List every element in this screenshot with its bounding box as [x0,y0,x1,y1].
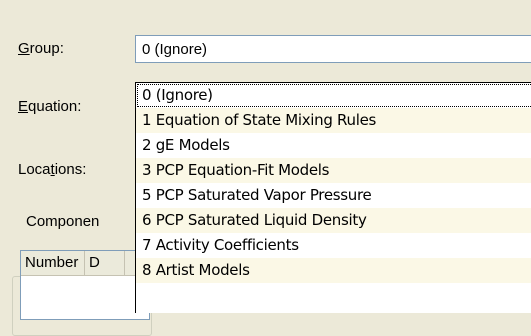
grid-column-d[interactable]: D [85,251,125,275]
dropdown-option-2[interactable]: 2 gE Models [136,133,531,158]
locations-label: Locations: [18,161,86,178]
components-groupbox-caption: Componen [24,213,102,230]
grid-column-number[interactable]: Number [21,251,85,275]
dropdown-option-6[interactable]: 6 PCP Saturated Liquid Density [136,208,531,233]
group-label-text: roup: [29,40,64,57]
equation-label-mnemonic: E [18,98,29,115]
dropdown-option-7[interactable]: 7 Activity Coefficients [136,233,531,258]
components-grid[interactable]: Number D [20,250,150,320]
equation-label: Equation: [18,98,81,115]
locations-label-post: ions: [54,161,87,178]
components-grid-header: Number D [21,251,149,276]
dropdown-option-1[interactable]: 1 Equation of State Mixing Rules [136,108,531,133]
dropdown-option-5[interactable]: 5 PCP Saturated Vapor Pressure [136,183,531,208]
equation-label-text: quation: [28,98,82,115]
group-label: Group: [18,40,64,57]
group-combobox[interactable]: 0 (Ignore) [135,35,531,63]
dropdown-option-8[interactable]: 8 Artist Models [136,258,531,283]
group-label-mnemonic: G [18,40,30,57]
dropdown-option-0[interactable]: 0 (Ignore) [136,83,531,108]
dropdown-option-3[interactable]: 3 PCP Equation-Fit Models [136,158,531,183]
locations-label-pre: Loca [18,161,51,178]
group-combobox-value: 0 (Ignore) [142,41,208,58]
group-dropdown-list[interactable]: 0 (Ignore) 1 Equation of State Mixing Ru… [135,82,531,313]
